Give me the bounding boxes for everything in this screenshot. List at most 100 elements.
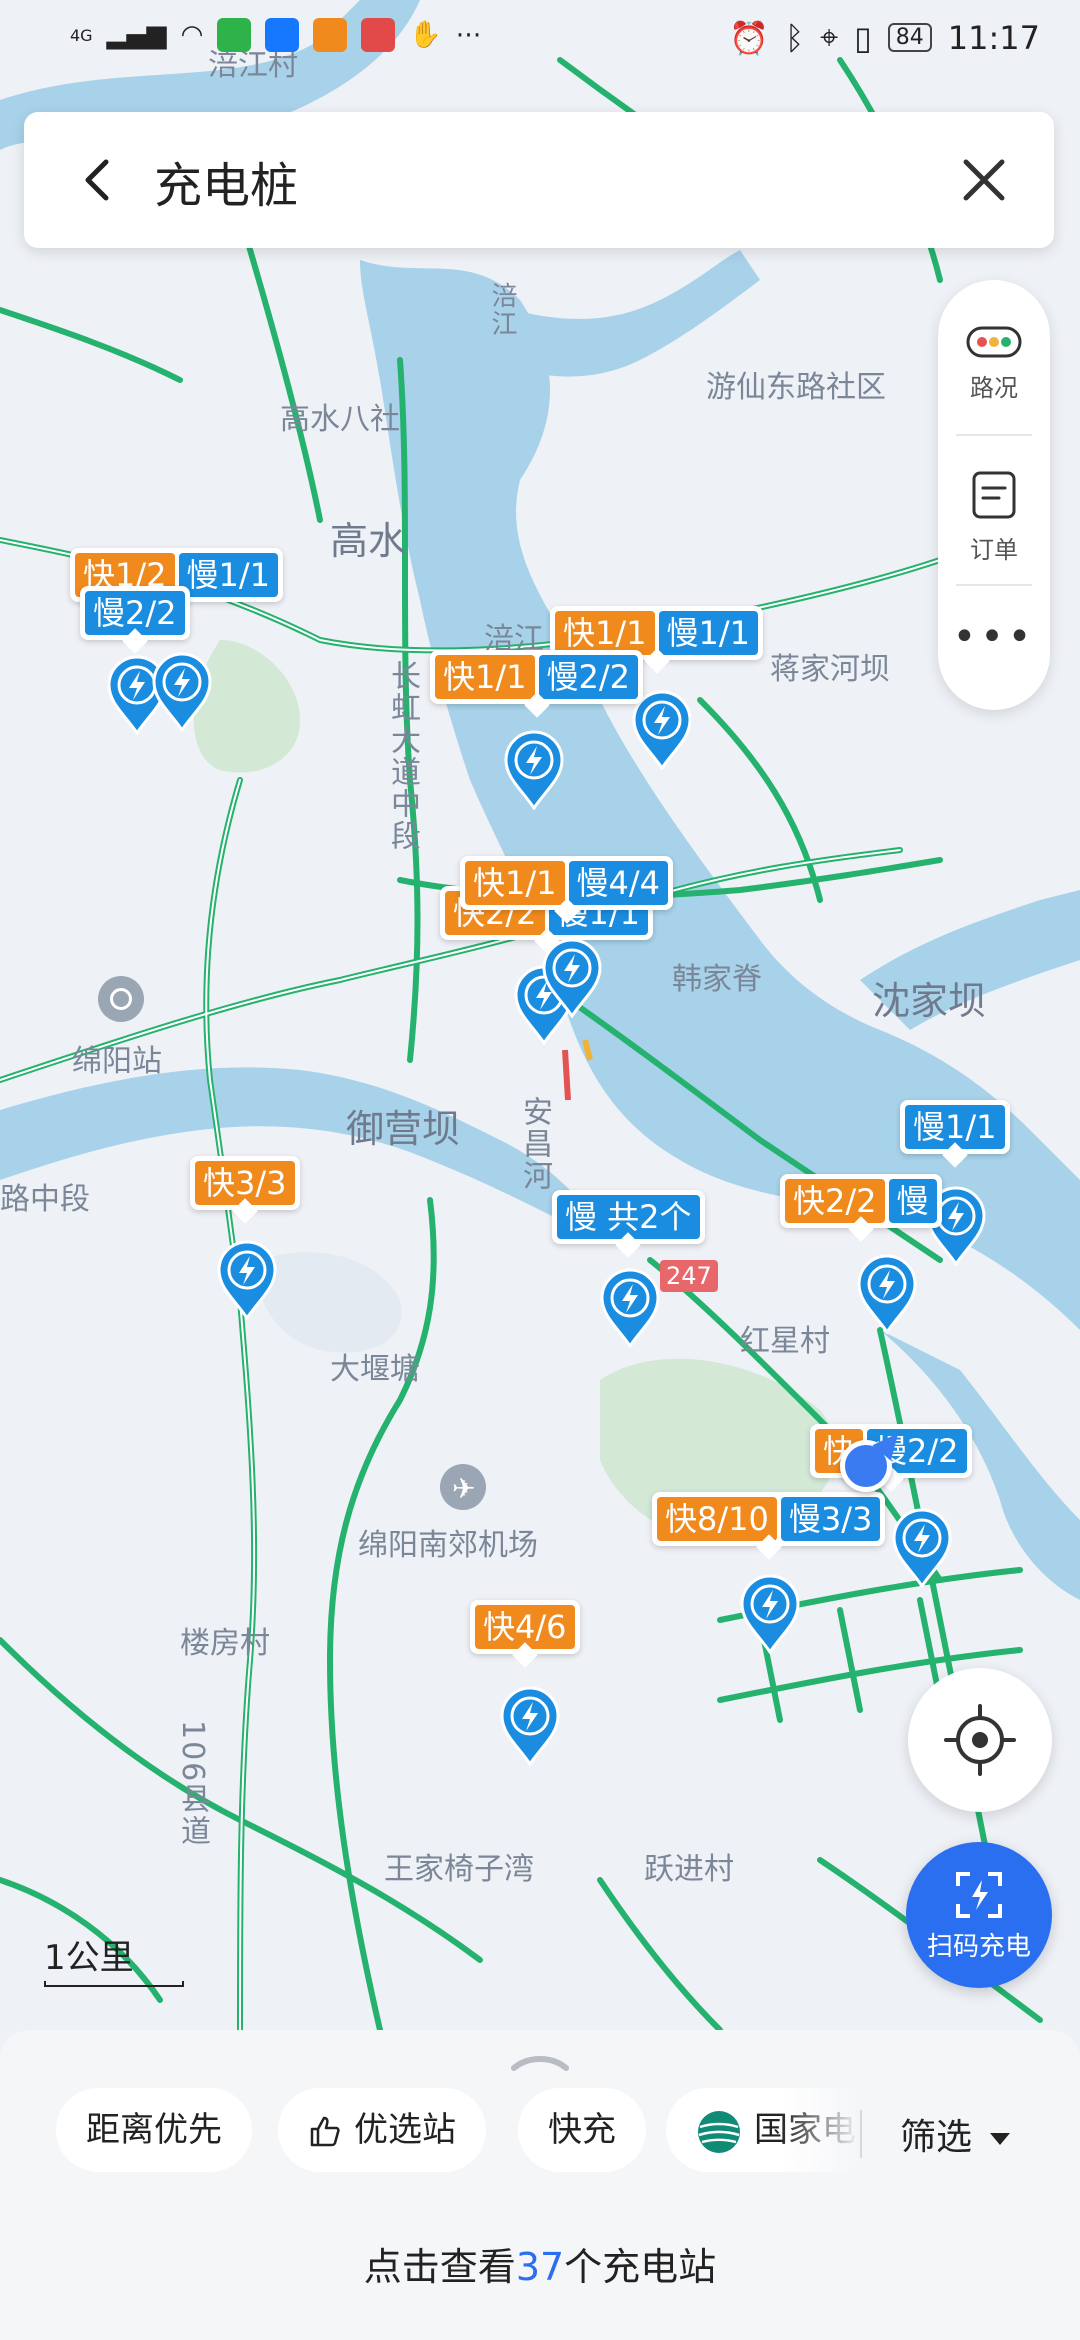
battery-indicator: 84 bbox=[887, 23, 932, 52]
app-notification-icon bbox=[361, 18, 396, 52]
fast-charger-chip: 快8/10 bbox=[657, 1497, 777, 1541]
place-label: 涪江 bbox=[487, 282, 517, 338]
place-label: 长虹大道中段 bbox=[385, 660, 420, 852]
charging-station-pin-icon[interactable] bbox=[502, 730, 566, 811]
place-label: 跃进村 bbox=[644, 1852, 734, 1887]
vibrate-icon: ▯ bbox=[854, 18, 872, 57]
view-all-stations[interactable]: 点击查看37个充电站 bbox=[0, 2236, 1080, 2291]
gesture-icon: ✋ bbox=[409, 20, 442, 50]
charging-station-pin-icon[interactable] bbox=[215, 1240, 279, 1321]
charging-station-label[interactable]: 快1/1 慢2/2 bbox=[430, 650, 644, 718]
slow-charger-chip: 慢2/2 bbox=[538, 655, 639, 699]
filter-label: 优选站 bbox=[354, 2110, 456, 2150]
charging-station-label[interactable]: 慢2/2 bbox=[80, 586, 190, 654]
filter-label: 快充 bbox=[548, 2110, 616, 2150]
charging-station-pin-icon[interactable] bbox=[890, 1508, 954, 1589]
filter-distance[interactable]: 距离优先 bbox=[56, 2088, 252, 2172]
divider bbox=[956, 584, 1032, 586]
alarm-icon: ⏰ bbox=[729, 18, 769, 57]
scale-label: 1公里 bbox=[44, 1938, 134, 1978]
place-label: 楼房村 bbox=[180, 1626, 270, 1661]
place-label: 游仙东路社区 bbox=[706, 370, 886, 405]
place-label: 106县道 bbox=[175, 1720, 210, 1848]
search-query[interactable]: 充电桩 bbox=[154, 146, 298, 216]
orders-label: 订单 bbox=[970, 536, 1018, 564]
app-notification-icon bbox=[313, 18, 348, 52]
signal-icon: ▂▄▆ bbox=[106, 20, 167, 50]
filter-preferred[interactable]: 优选站 bbox=[278, 2088, 486, 2172]
thumbs-up-icon bbox=[310, 2116, 340, 2146]
charging-station-pin-icon[interactable] bbox=[150, 652, 214, 733]
location-icon: ⌖ bbox=[820, 18, 839, 56]
fast-charger-chip: 快1/1 bbox=[435, 655, 535, 699]
slow-charger-chip: 慢4/4 bbox=[568, 861, 669, 905]
more-icon[interactable]: ••• bbox=[938, 614, 1050, 660]
more-notifications-icon: ⋯ bbox=[455, 20, 482, 50]
charging-station-label[interactable]: 慢1/1 bbox=[900, 1100, 1010, 1168]
filter-chips: 距离优先 优选站 快充 国家电 bbox=[56, 2088, 856, 2178]
charging-station-pin-icon[interactable] bbox=[498, 1686, 562, 1767]
charging-station-label[interactable]: 快4/6 bbox=[470, 1600, 580, 1668]
charging-station-label[interactable]: 慢 共2个 bbox=[552, 1190, 705, 1258]
back-arrow-icon[interactable] bbox=[70, 152, 126, 208]
divider bbox=[956, 434, 1032, 436]
scale-bar bbox=[44, 1981, 184, 1987]
scan-charge-button[interactable]: 扫码充电 bbox=[906, 1842, 1052, 1988]
summary-suffix: 个充电站 bbox=[564, 2245, 717, 2289]
divider bbox=[860, 2110, 862, 2158]
station-count: 37 bbox=[515, 2245, 565, 2289]
charging-station-label[interactable]: 快8/10 慢3/3 bbox=[652, 1492, 886, 1560]
fast-charger-chip: 快1/1 bbox=[465, 861, 565, 905]
close-icon[interactable] bbox=[954, 150, 1014, 210]
place-label: 蒋家河坝 bbox=[770, 652, 890, 687]
train-station-icon bbox=[98, 976, 144, 1022]
traffic-label: 路况 bbox=[970, 374, 1018, 402]
dropdown-arrow-icon bbox=[990, 2133, 1011, 2145]
charging-station-label[interactable]: 快1/1 慢4/4 bbox=[460, 856, 674, 924]
map-tools-panel: 路况 订单 ••• bbox=[938, 280, 1050, 710]
charging-station-pin-icon[interactable] bbox=[855, 1254, 919, 1335]
orders-icon bbox=[972, 471, 1016, 519]
filter-fast[interactable]: 快充 bbox=[518, 2088, 646, 2172]
bluetooth-icon: ᛒ bbox=[784, 18, 805, 57]
sheet-handle-icon[interactable] bbox=[508, 2048, 572, 2074]
charging-station-label[interactable]: 快3/3 bbox=[190, 1156, 300, 1224]
place-label: 绵阳南郊机场 bbox=[358, 1528, 538, 1563]
traffic-icon bbox=[966, 326, 1022, 358]
place-label: 安昌河 bbox=[517, 1096, 552, 1192]
slow-charger-chip: 慢1/1 bbox=[658, 611, 759, 655]
place-label: 路中段 bbox=[0, 1182, 90, 1217]
place-label: 王家椅子湾 bbox=[384, 1852, 534, 1887]
charging-station-pin-icon[interactable] bbox=[738, 1574, 802, 1655]
map-scale: 1公里 bbox=[44, 1930, 184, 1987]
fast-charger-chip: 快1/1 bbox=[555, 611, 655, 655]
state-grid-logo-icon bbox=[698, 2110, 740, 2153]
charging-station-pin-icon[interactable] bbox=[540, 938, 604, 1019]
locate-me-button[interactable] bbox=[908, 1668, 1052, 1812]
search-bar[interactable]: 充电桩 bbox=[24, 112, 1054, 248]
fast-charger-chip: 快2/2 bbox=[785, 1179, 885, 1223]
slow-charger-chip: 慢3/3 bbox=[780, 1497, 881, 1541]
road-badge: 247 bbox=[660, 1260, 718, 1292]
charging-station-pin-icon[interactable] bbox=[598, 1268, 662, 1349]
chips-fade bbox=[780, 2088, 860, 2178]
app-notification-icon bbox=[265, 18, 300, 52]
place-label: 高水八社 bbox=[280, 402, 400, 437]
slow-charger-chip: 慢1/1 bbox=[178, 553, 279, 597]
app-notification-icon bbox=[217, 18, 252, 52]
scan-charge-label: 扫码充电 bbox=[926, 1932, 1031, 1962]
orders-button[interactable]: 订单 bbox=[938, 470, 1050, 565]
filter-label: 距离优先 bbox=[86, 2110, 222, 2150]
wifi-icon: ◠ bbox=[180, 20, 204, 50]
summary-prefix: 点击查看 bbox=[363, 2245, 516, 2289]
place-label: 大堰塘 bbox=[330, 1352, 420, 1387]
place-label: 高水 bbox=[330, 519, 407, 563]
filter-button[interactable]: 筛选 bbox=[900, 2108, 1011, 2160]
place-label: 韩家脊 bbox=[672, 962, 762, 997]
filter-button-label: 筛选 bbox=[900, 2117, 973, 2158]
scan-icon bbox=[956, 1872, 1002, 1918]
charging-station-label[interactable]: 快2/2 慢 bbox=[780, 1174, 942, 1242]
bottom-sheet[interactable]: 距离优先 优选站 快充 国家电 筛选 点击查看37个充电站 bbox=[0, 2030, 1080, 2340]
place-label: 红星村 bbox=[740, 1324, 830, 1359]
traffic-button[interactable]: 路况 bbox=[938, 326, 1050, 403]
